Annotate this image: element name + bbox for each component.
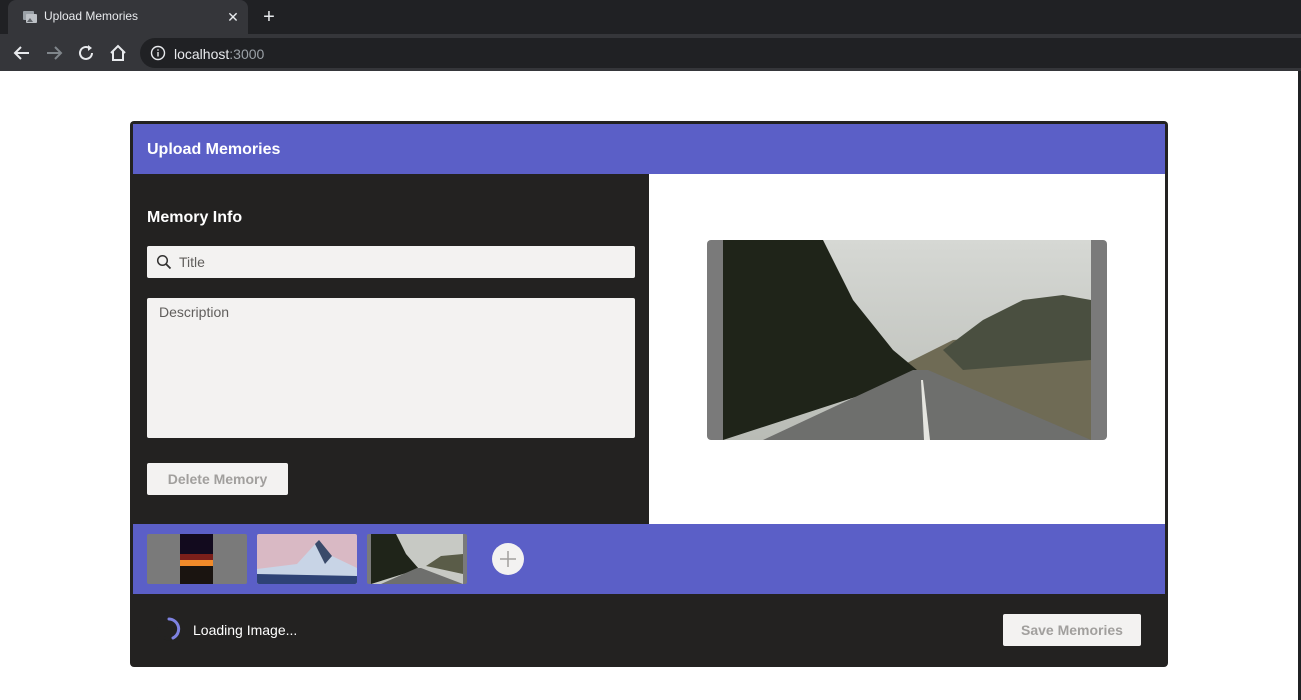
- sunset-thumbnail[interactable]: [147, 534, 247, 584]
- close-tab-icon[interactable]: ✕: [223, 7, 243, 27]
- info-icon[interactable]: [150, 45, 166, 61]
- add-image-button[interactable]: [492, 543, 524, 575]
- thumbnail-strip: [133, 524, 1165, 594]
- preview-image: [723, 240, 1091, 440]
- home-icon[interactable]: [107, 42, 129, 64]
- card-header: Upload Memories: [133, 124, 1165, 174]
- mountain-image: [257, 534, 357, 584]
- card-title: Upload Memories: [147, 141, 281, 158]
- tab-favicon-icon: [23, 11, 37, 23]
- card-footer: Loading Image... Save Memories: [133, 594, 1165, 664]
- memory-info-panel: Memory Info Delete Memory: [133, 174, 649, 524]
- upload-memories-card: Upload Memories Memory Info Delete Memor…: [130, 121, 1168, 667]
- plus-icon: [500, 551, 516, 567]
- url-port: :3000: [229, 46, 265, 62]
- forest-road-thumbnail[interactable]: [367, 534, 467, 584]
- new-tab-icon[interactable]: +: [258, 6, 280, 28]
- description-field[interactable]: [147, 298, 635, 438]
- section-title: Memory Info: [147, 209, 243, 226]
- forest-road-image: [371, 534, 463, 584]
- reload-icon[interactable]: [75, 42, 97, 64]
- sunset-image: [180, 534, 213, 584]
- loading-status: Loading Image...: [193, 622, 298, 638]
- image-preview: [707, 240, 1107, 440]
- title-field[interactable]: [147, 246, 635, 278]
- browser-tab-bar: Upload Memories ✕ +: [0, 0, 1301, 34]
- mountain-thumbnail[interactable]: [257, 534, 357, 584]
- browser-tab[interactable]: Upload Memories ✕: [8, 0, 248, 34]
- url-text: localhost:3000: [174, 46, 264, 62]
- description-input[interactable]: [159, 304, 627, 430]
- tab-title: Upload Memories: [44, 9, 139, 23]
- url-host: localhost: [174, 46, 230, 62]
- title-input[interactable]: [179, 246, 629, 278]
- image-preview-panel: [649, 174, 1165, 524]
- browser-toolbar: localhost:3000: [0, 34, 1301, 71]
- delete-memory-button[interactable]: Delete Memory: [147, 463, 288, 495]
- forward-arrow-icon[interactable]: [43, 42, 65, 64]
- back-arrow-icon[interactable]: [11, 42, 33, 64]
- search-icon: [156, 254, 172, 270]
- save-memories-button[interactable]: Save Memories: [1003, 614, 1141, 646]
- spinner-icon: [157, 617, 181, 641]
- address-bar[interactable]: localhost:3000: [140, 38, 1301, 68]
